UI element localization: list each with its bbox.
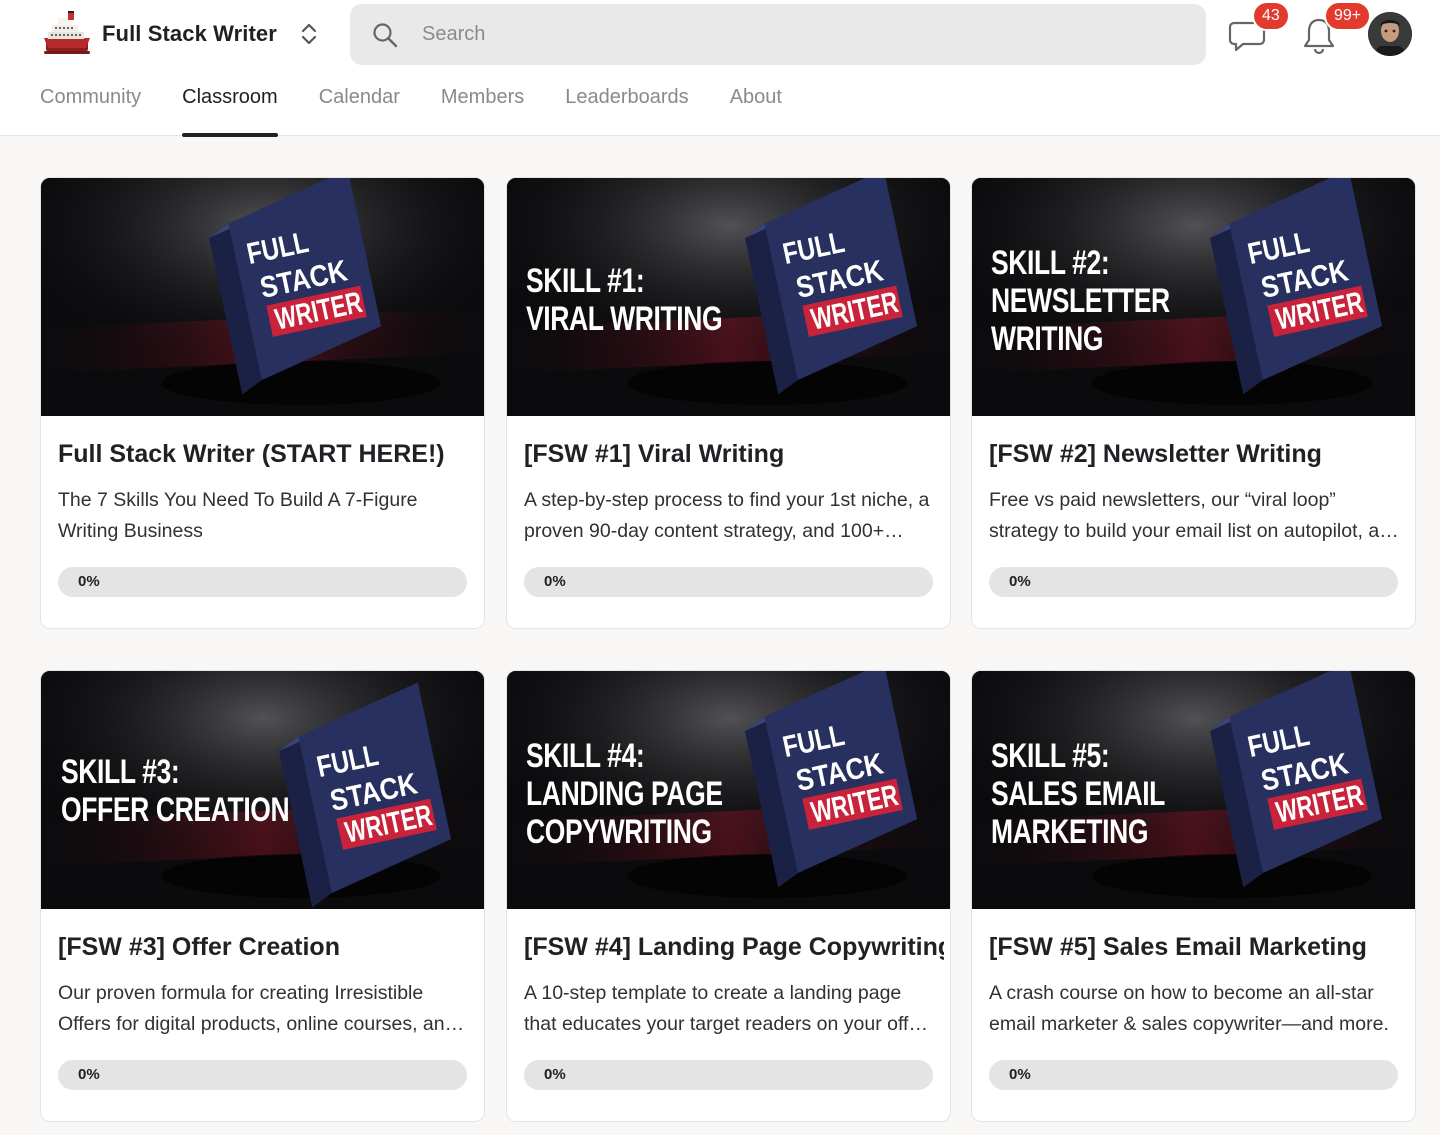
course-card[interactable]: FULL STACK WRITER SKILL #2: NEWSLETTER W… xyxy=(971,177,1416,629)
search-icon xyxy=(373,23,398,48)
progress-label: 0% xyxy=(1009,573,1031,590)
avatar[interactable] xyxy=(1368,12,1412,56)
notifications-badge: 99+ xyxy=(1324,1,1372,31)
tab-community[interactable]: Community xyxy=(40,78,141,136)
course-title: [FSW #3] Offer Creation xyxy=(58,933,340,961)
tab-leaderboards[interactable]: Leaderboards xyxy=(565,78,688,136)
chevron-up-down-icon xyxy=(301,23,317,45)
course-title: [FSW #5] Sales Email Marketing xyxy=(989,933,1367,961)
course-description: A 10-step template to create a landing p… xyxy=(524,982,926,1035)
progress-label: 0% xyxy=(78,1066,100,1083)
tab-about[interactable]: About xyxy=(730,78,782,136)
top-header: Full Stack Writer 43 99+ Community xyxy=(0,0,1440,137)
course-thumbnail: FULL STACK WRITER SKILL #2: NEWSLETTER W… xyxy=(972,178,1415,416)
course-thumbnail: FULL STACK WRITER SKILL #3: OFFER CREATI… xyxy=(41,671,484,909)
course-card[interactable]: FULL STACK WRITER SKILL #5: SALES EMAIL … xyxy=(971,670,1416,1122)
course-description: Our proven formula for creating Irresist… xyxy=(58,982,456,1035)
messages-badge: 43 xyxy=(1252,1,1290,31)
course-card[interactable]: FULL STACK WRITER SKILL #3: OFFER CREATI… xyxy=(40,670,485,1122)
search-input[interactable] xyxy=(420,4,1190,65)
progress-label: 0% xyxy=(1009,1066,1031,1083)
course-thumbnail: FULL STACK WRITER SKILL #1: VIRAL WRITIN… xyxy=(507,178,950,416)
ship-logo-icon xyxy=(44,11,90,54)
nav-tabs: Community Classroom Calendar Members Lea… xyxy=(40,78,823,137)
tab-calendar[interactable]: Calendar xyxy=(319,78,400,136)
course-title: Full Stack Writer (START HERE!) xyxy=(58,440,445,468)
course-title: [FSW #4] Landing Page Copywriting xyxy=(524,933,944,961)
progress-bar: 0% xyxy=(58,1060,467,1090)
course-description: A crash course on how to become an all-s… xyxy=(989,982,1389,1035)
user-avatar-icon xyxy=(1368,12,1412,56)
progress-bar: 0% xyxy=(524,1060,933,1090)
progress-label: 0% xyxy=(544,1066,566,1083)
course-description: A step-by-step process to find your 1st … xyxy=(524,489,930,542)
course-card[interactable]: FULL STACK WRITER SKILL #4: LANDING PAGE… xyxy=(506,670,951,1122)
tab-members[interactable]: Members xyxy=(441,78,524,136)
community-switcher-button[interactable] xyxy=(296,20,322,48)
course-description: The 7 Skills You Need To Build A 7-Figur… xyxy=(58,489,418,542)
progress-bar: 0% xyxy=(989,567,1398,597)
course-thumbnail-heading: SKILL #1: VIRAL WRITING xyxy=(526,262,723,338)
progress-bar: 0% xyxy=(989,1060,1398,1090)
course-thumbnail: FULL STACK WRITER SKILL #5: SALES EMAIL … xyxy=(972,671,1415,909)
course-title: [FSW #1] Viral Writing xyxy=(524,440,785,468)
course-card[interactable]: FULL STACK WRITER Full Stack Writer (STA… xyxy=(40,177,485,629)
progress-bar: 0% xyxy=(58,567,467,597)
brand-name: Full Stack Writer xyxy=(102,21,277,46)
course-thumbnail: FULL STACK WRITER SKILL #4: LANDING PAGE… xyxy=(507,671,950,909)
brand[interactable]: Full Stack Writer xyxy=(40,8,277,60)
course-thumbnail-heading: SKILL #3: OFFER CREATION xyxy=(61,753,290,829)
course-description: Free vs paid newsletters, our “viral loo… xyxy=(989,489,1401,542)
progress-label: 0% xyxy=(78,573,100,590)
course-title: [FSW #2] Newsletter Writing xyxy=(989,440,1322,468)
progress-bar: 0% xyxy=(524,567,933,597)
search-bar[interactable] xyxy=(350,4,1206,65)
progress-label: 0% xyxy=(544,573,566,590)
tab-classroom[interactable]: Classroom xyxy=(182,78,278,137)
course-thumbnail-heading: SKILL #4: LANDING PAGE COPYWRITING xyxy=(526,737,723,851)
course-thumbnail-heading: SKILL #5: SALES EMAIL MARKETING xyxy=(991,737,1166,851)
course-thumbnail-heading: SKILL #2: NEWSLETTER WRITING xyxy=(991,244,1170,358)
course-thumbnail: FULL STACK WRITER xyxy=(41,178,484,416)
course-card[interactable]: FULL STACK WRITER SKILL #1: VIRAL WRITIN… xyxy=(506,177,951,629)
course-cover-art: FULL STACK WRITER xyxy=(41,178,484,416)
